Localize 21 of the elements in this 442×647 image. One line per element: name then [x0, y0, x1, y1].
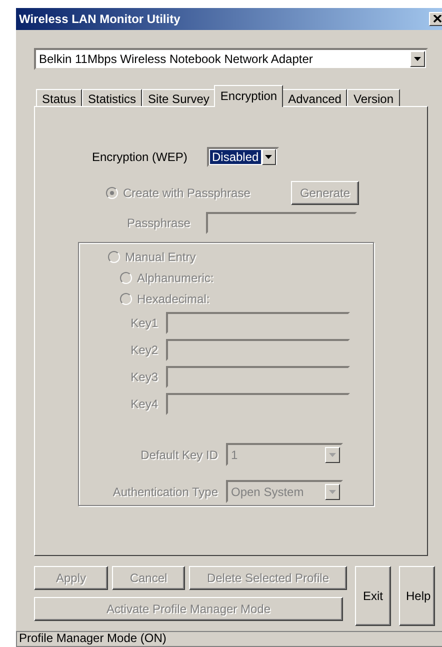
passphrase-label: Passphrase — [127, 216, 192, 230]
close-button[interactable] — [429, 12, 442, 26]
encryption-label: Encryption (WEP) — [92, 150, 188, 164]
close-icon — [432, 15, 442, 23]
side-button[interactable]: Help — [399, 566, 435, 626]
tab[interactable]: Statistics — [82, 89, 142, 107]
key-label: Key1 — [130, 316, 159, 330]
tab[interactable]: Version — [347, 89, 400, 107]
status-bar: Profile Manager Mode (ON) — [16, 631, 442, 647]
window-title: Wireless LAN Monitor Utility — [19, 12, 180, 26]
select-label: Authentication Type — [112, 484, 219, 498]
encryption-dropdown[interactable]: Disabled — [207, 147, 279, 167]
key-label: Key2 — [130, 343, 159, 357]
tab[interactable]: Encryption — [214, 85, 284, 107]
key-label: Key3 — [130, 370, 159, 384]
adapter-dropdown[interactable]: Belkin 11Mbps Wireless Notebook Network Adapter — [34, 48, 428, 70]
select-label: Default Key ID — [140, 448, 219, 462]
tab[interactable]: Advanced — [282, 89, 348, 107]
tab[interactable]: Status — [36, 89, 82, 107]
side-button[interactable]: Exit — [355, 566, 391, 626]
key-label: Key4 — [130, 397, 159, 411]
